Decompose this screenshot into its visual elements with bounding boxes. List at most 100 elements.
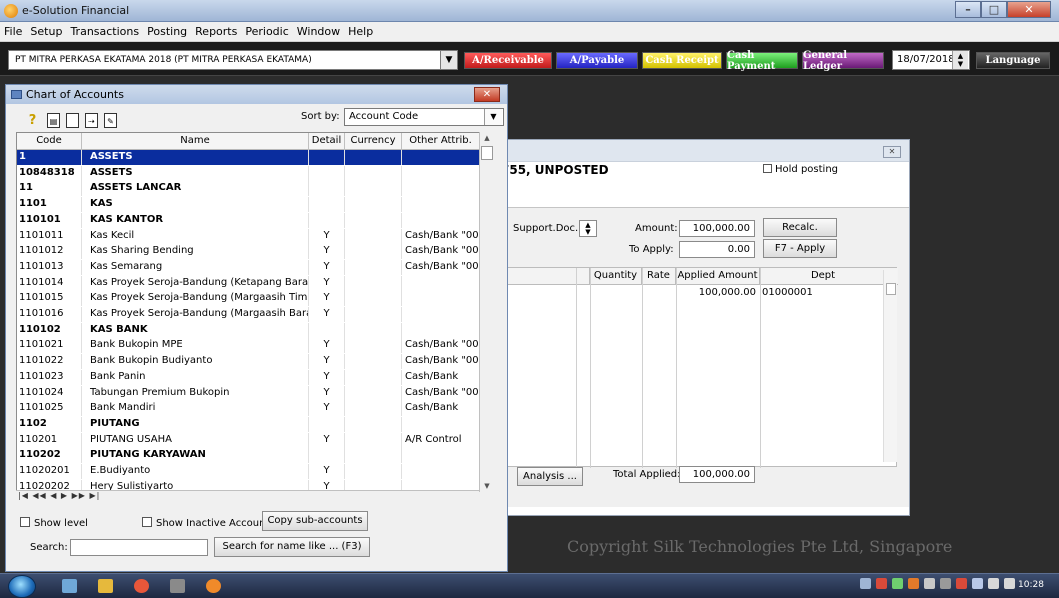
media-icon[interactable] <box>98 579 113 593</box>
table-row[interactable]: 11 ASSETS LANCAR <box>17 181 485 197</box>
table-row[interactable]: 11020201 E.Budiyanto Y <box>17 464 485 479</box>
menu-file[interactable]: File <box>4 25 22 38</box>
copy-sub-accounts-button[interactable]: Copy sub-accounts <box>262 511 368 531</box>
search-name-button[interactable]: Search for name like ... (F3) <box>214 537 370 557</box>
tray-icon[interactable] <box>940 578 951 589</box>
col-quantity[interactable]: Quantity <box>590 268 642 285</box>
date-spinner-icon[interactable]: ▲ ▼ <box>952 51 968 69</box>
tray-icon[interactable] <box>876 578 887 589</box>
menu-reports[interactable]: Reports <box>195 25 237 38</box>
accounts-scrollbar[interactable]: ▲ ▼ <box>479 132 494 492</box>
table-row[interactable]: 110201 PIUTANG USAHA Y A/R Control <box>17 432 485 448</box>
currency-cell <box>345 448 402 464</box>
show-inactive-checkbox[interactable]: Show Inactive Accounts <box>142 517 275 529</box>
menu-setup[interactable]: Setup <box>30 25 62 38</box>
tray-icon[interactable] <box>956 578 967 589</box>
delete-account-icon[interactable]: ✎ <box>104 113 117 128</box>
table-row[interactable]: 1101014 Kas Proyek Seroja-Bandung (Ketapa… <box>17 275 485 291</box>
support-doc-spinner[interactable]: ▲ ▼ <box>579 220 597 237</box>
analysis-button[interactable]: Analysis ... <box>517 467 583 486</box>
hold-posting-checkbox[interactable]: Hold posting <box>763 164 838 175</box>
tray-icon[interactable] <box>892 578 903 589</box>
menu-transactions[interactable]: Transactions <box>70 25 139 38</box>
table-row[interactable]: 1101012 Kas Sharing Bending Y Cash/Bank "00… <box>17 244 485 260</box>
show-level-checkbox[interactable]: Show level <box>20 517 88 529</box>
table-row[interactable]: 1101022 Bank Bukopin Budiyanto Y Cash/Bank … <box>17 354 485 370</box>
help-icon[interactable]: ? <box>24 113 41 130</box>
tray-icon[interactable] <box>908 578 919 589</box>
close-button[interactable]: ✕ <box>1007 1 1051 18</box>
table-row[interactable]: 1102 PIUTANG <box>17 416 485 432</box>
apply-button[interactable]: F7 - Apply <box>763 239 837 258</box>
applied-amount-cell[interactable]: 100,000.00 <box>680 287 756 298</box>
menu-help[interactable]: Help <box>348 25 373 38</box>
tray-icon[interactable] <box>860 578 871 589</box>
minimize-button[interactable]: – <box>955 1 981 18</box>
esolution-app-icon[interactable] <box>206 579 221 593</box>
table-row[interactable]: 1101025 Bank Mandiri Y Cash/Bank <box>17 401 485 417</box>
chevron-down-icon[interactable]: ▼ <box>484 109 502 125</box>
new-account-icon[interactable] <box>66 113 79 128</box>
journal-close-icon[interactable]: ✕ <box>883 146 901 158</box>
journal-scrollbar[interactable] <box>883 270 897 462</box>
currency-cell <box>345 385 402 401</box>
app-icon[interactable] <box>170 579 185 593</box>
col-name[interactable]: Name <box>82 133 309 150</box>
receivable-button[interactable]: A/Receivable <box>464 52 552 69</box>
explorer-icon[interactable] <box>62 579 77 593</box>
company-select[interactable]: PT MITRA PERKASA EKATAMA 2018 (PT MITRA … <box>8 50 458 70</box>
edit-account-icon[interactable]: ▤ <box>47 113 60 128</box>
table-row[interactable]: 1101024 Tabungan Premium Bukopin Y Cash/Ban… <box>17 385 485 401</box>
start-button[interactable] <box>8 575 36 598</box>
menu-window[interactable]: Window <box>297 25 340 38</box>
table-row[interactable]: 1101016 Kas Proyek Seroja-Bandung (Margaa… <box>17 307 485 322</box>
maximize-button[interactable]: □ <box>981 1 1007 18</box>
record-navigator[interactable]: |◀ ◀◀ ◀ ▶ ▶▶ ▶| <box>16 490 479 504</box>
table-row[interactable]: 1101023 Bank Panin Y Cash/Bank <box>17 369 485 385</box>
cash-payment-button[interactable]: Cash Payment <box>726 50 798 72</box>
sort-select[interactable]: Account Code <box>344 108 504 126</box>
search-input[interactable] <box>70 539 208 556</box>
detail-cell: Y <box>309 369 345 385</box>
payable-button[interactable]: A/Payable <box>556 52 638 69</box>
cash-receipt-button[interactable]: Cash Receipt <box>642 52 722 69</box>
table-row[interactable]: 1101 KAS <box>17 197 485 213</box>
coa-close-button[interactable]: ✕ <box>474 87 500 102</box>
table-row[interactable]: 110102 KAS BANK <box>17 322 485 338</box>
scroll-thumb[interactable] <box>886 283 896 295</box>
table-row[interactable]: 1101013 Kas Semarang Y Cash/Bank "008" <box>17 259 485 275</box>
checkbox-icon <box>142 517 152 527</box>
to-apply-field[interactable]: 0.00 <box>679 241 755 258</box>
recalc-button[interactable]: Recalc. <box>763 218 837 237</box>
table-row[interactable]: 1101011 Kas Kecil Y Cash/Bank "001" <box>17 228 485 244</box>
copy-account-icon[interactable]: ⇢ <box>85 113 98 128</box>
menu-periodic[interactable]: Periodic <box>245 25 288 38</box>
col-other-attrib[interactable]: Other Attrib. <box>402 133 480 150</box>
table-row[interactable]: 1101021 Bank Bukopin MPE Y Cash/Bank "003" <box>17 338 485 354</box>
col-rate[interactable]: Rate <box>642 268 676 285</box>
col-detail[interactable]: Detail <box>309 133 345 150</box>
volume-icon[interactable] <box>988 578 999 589</box>
dept-cell[interactable]: 01000001 <box>762 287 813 298</box>
network-icon[interactable] <box>972 578 983 589</box>
table-row[interactable]: 1101015 Kas Proyek Seroja-Bandung (Margaa… <box>17 291 485 307</box>
table-row[interactable]: 110202 PIUTANG KARYAWAN <box>17 448 485 464</box>
table-row[interactable]: 10848318 ASSETS <box>17 165 485 181</box>
amount-field[interactable]: 100,000.00 <box>679 220 755 237</box>
col-code[interactable]: Code <box>17 133 82 150</box>
tray-icon[interactable] <box>924 578 935 589</box>
language-button[interactable]: Language <box>976 52 1050 69</box>
battery-icon[interactable] <box>1004 578 1015 589</box>
col-applied-amount[interactable]: Applied Amount <box>676 268 760 285</box>
table-row[interactable]: 110101 KAS KANTOR <box>17 212 485 228</box>
scroll-thumb[interactable] <box>481 146 493 160</box>
col-dept[interactable]: Dept <box>760 268 886 285</box>
table-row[interactable]: 1 ASSETS <box>17 150 485 165</box>
browser-icon[interactable] <box>134 579 149 593</box>
general-ledger-button[interactable]: General Ledger <box>802 50 884 72</box>
chevron-down-icon[interactable]: ▼ <box>440 50 458 70</box>
scroll-down-icon[interactable]: ▼ <box>482 482 492 490</box>
menu-posting[interactable]: Posting <box>147 25 187 38</box>
col-currency[interactable]: Currency <box>345 133 402 150</box>
scroll-up-icon[interactable]: ▲ <box>482 134 492 142</box>
